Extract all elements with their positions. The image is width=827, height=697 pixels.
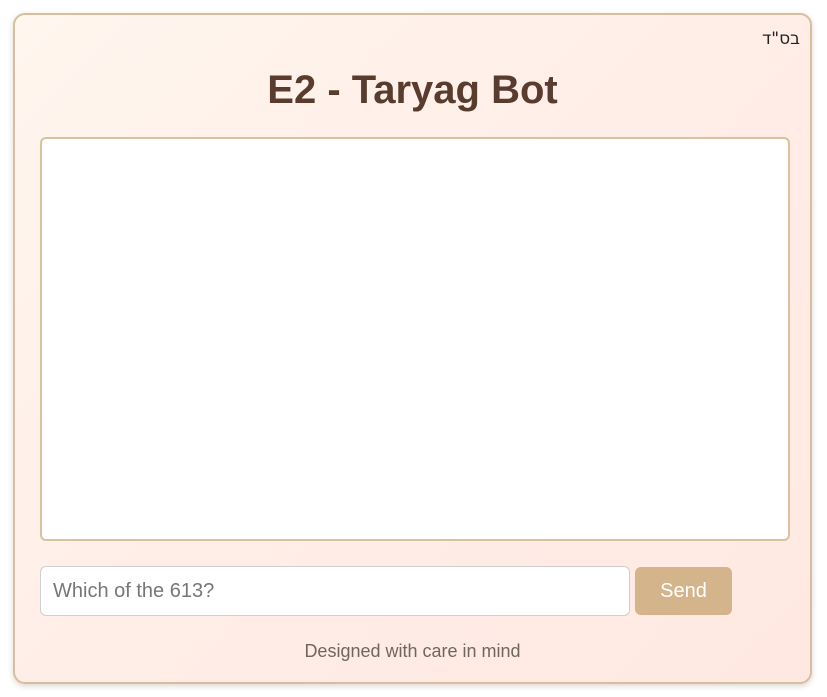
chat-card: בס"ד E2 - Taryag Bot Send Designed with …	[13, 13, 812, 684]
message-input[interactable]	[40, 566, 630, 616]
chat-messages-area[interactable]	[40, 137, 790, 541]
send-button[interactable]: Send	[635, 567, 732, 615]
footer-text: Designed with care in mind	[304, 641, 521, 661]
bsd-label: בס"ד	[762, 29, 800, 49]
page-title: E2 - Taryag Bot	[267, 68, 558, 112]
